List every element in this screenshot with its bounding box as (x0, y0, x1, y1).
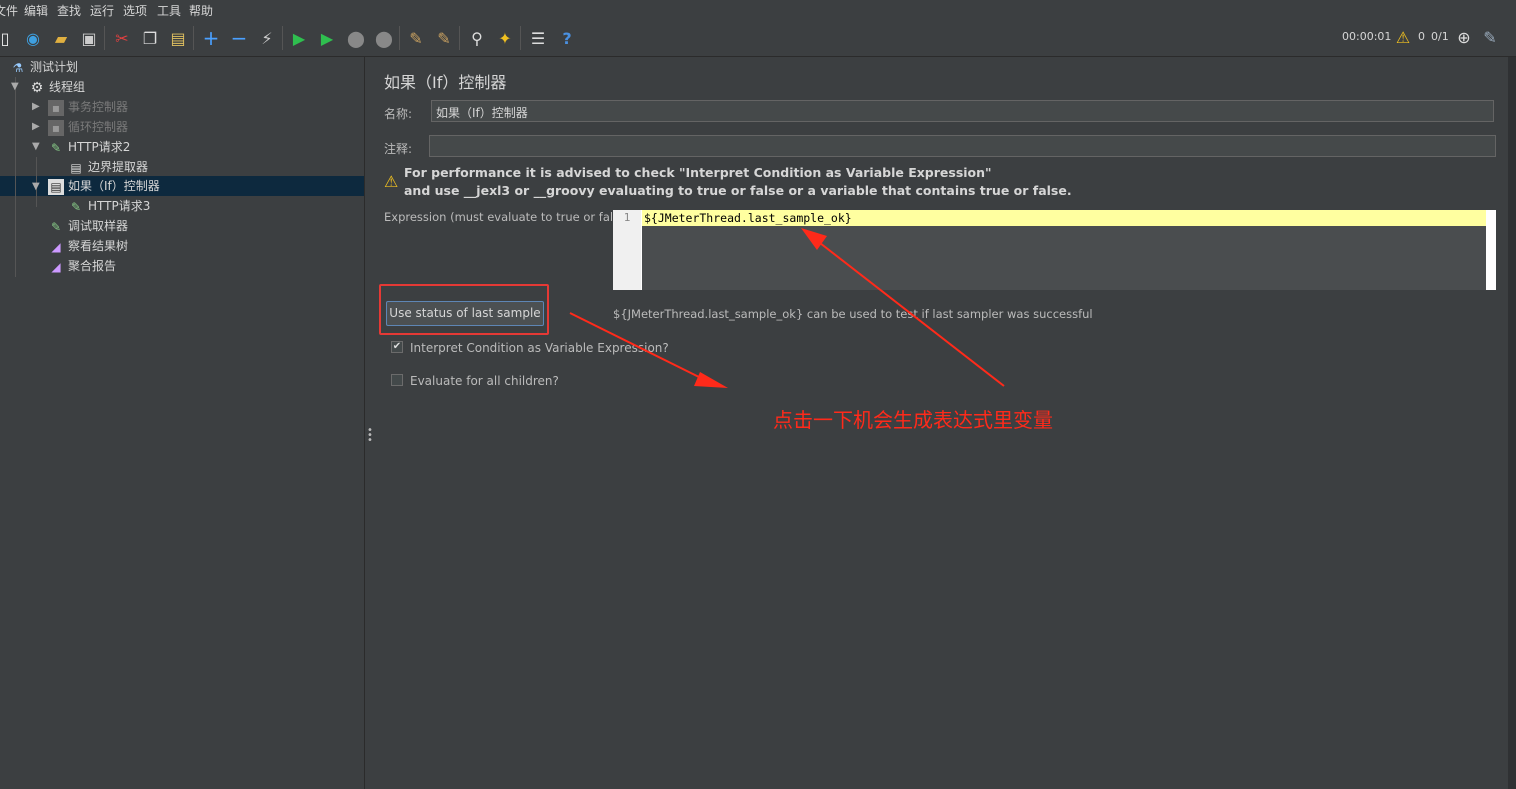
arrowhead-1 (694, 372, 728, 388)
arrowhead-2 (801, 228, 827, 250)
annotation-arrows (569, 228, 1005, 388)
arrow-to-hint (569, 312, 706, 381)
arrow-to-expression (819, 242, 1005, 387)
annotation-text: 点击一下机会生成表达式里变量 (773, 408, 1053, 432)
